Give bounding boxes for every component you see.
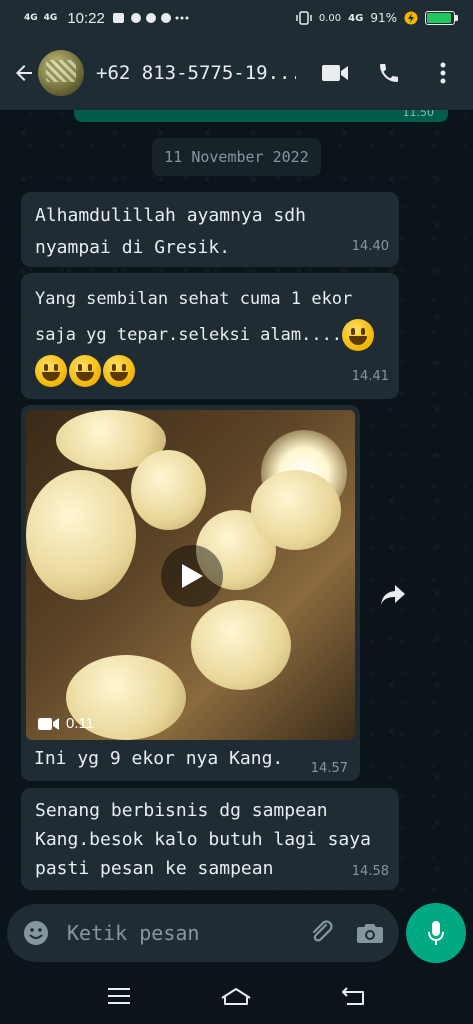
back-arrow-icon bbox=[16, 65, 32, 81]
contact-avatar[interactable] bbox=[38, 50, 84, 96]
incoming-message[interactable]: Senang berbisnis dg sampean Kang.besok k… bbox=[21, 788, 399, 890]
chick bbox=[131, 450, 206, 530]
contact-name[interactable]: +62 813-5775-19... bbox=[96, 62, 296, 84]
video-call-button[interactable] bbox=[315, 53, 355, 93]
back-button[interactable] bbox=[10, 53, 38, 93]
chat-area[interactable]: 11.50 11 November 2022 Alhamdulillah aya… bbox=[0, 110, 473, 898]
forward-icon bbox=[381, 585, 405, 605]
message-time: 11.50 bbox=[402, 110, 435, 119]
message-time: 14.57 bbox=[310, 761, 348, 776]
video-caption: Ini yg 9 ekor nya Kang. bbox=[34, 748, 284, 769]
message-text-line: Senang berbisnis dg sampean bbox=[35, 800, 328, 821]
video-call-icon bbox=[322, 65, 348, 81]
voice-call-button[interactable] bbox=[369, 53, 409, 93]
microphone-icon bbox=[428, 921, 444, 945]
input-bar: Ketik pesan bbox=[0, 898, 473, 968]
menu-icon bbox=[107, 988, 130, 1004]
charging-icon bbox=[404, 11, 418, 25]
message-time: 14.40 bbox=[351, 239, 389, 254]
status-time: 10:22 bbox=[67, 9, 105, 27]
message-text-line: Alhamdulillah ayamnya sdh bbox=[35, 205, 306, 226]
more-options-button[interactable] bbox=[423, 53, 463, 93]
emoji-icon bbox=[24, 921, 48, 945]
attach-button[interactable] bbox=[305, 916, 339, 950]
more-vert-icon bbox=[440, 62, 446, 84]
incoming-message[interactable]: Alhamdulillah ayamnya sdh nyampai di Gre… bbox=[21, 192, 399, 267]
nav-home-button[interactable] bbox=[216, 976, 256, 1016]
previous-outgoing-message[interactable]: 11.50 bbox=[74, 110, 448, 122]
status-bar: 4G 4G 10:22 0.00 4G 91% bbox=[0, 0, 473, 36]
message-composer[interactable]: Ketik pesan bbox=[7, 904, 399, 962]
home-icon bbox=[221, 988, 252, 1005]
forward-button[interactable] bbox=[375, 577, 411, 613]
grinning-face-emoji bbox=[342, 319, 375, 351]
paperclip-icon bbox=[312, 920, 333, 942]
nav-back-button[interactable] bbox=[334, 976, 374, 1016]
incoming-video-message[interactable]: 0.11 Ini yg 9 ekor nya Kang. 14.57 bbox=[21, 405, 360, 781]
voice-message-button[interactable] bbox=[406, 903, 466, 963]
incoming-message[interactable]: Yang sembilan sehat cuma 1 ekor saja yg … bbox=[21, 273, 399, 399]
notification-icons bbox=[112, 13, 189, 23]
battery-icon bbox=[425, 11, 458, 25]
video-duration: 0.11 bbox=[38, 715, 94, 732]
grinning-face-emoji bbox=[69, 355, 101, 387]
video-thumbnail[interactable]: 0.11 bbox=[26, 410, 355, 740]
date-chip: 11 November 2022 bbox=[152, 138, 321, 176]
signal-indicator-1: 4G bbox=[24, 13, 38, 23]
emoji-button[interactable] bbox=[19, 916, 53, 950]
chick bbox=[251, 470, 341, 550]
message-text-line: saja yg tepar.seleksi alam.... bbox=[35, 325, 343, 345]
message-time: 14.58 bbox=[351, 864, 389, 879]
battery-percentage: 91% bbox=[370, 11, 397, 25]
chat-header: +62 813-5775-19... bbox=[0, 36, 473, 110]
phone-icon bbox=[380, 64, 398, 82]
message-time: 14.41 bbox=[351, 369, 389, 384]
battery-level bbox=[427, 13, 451, 23]
message-text-line: Yang sembilan sehat cuma 1 ekor bbox=[35, 289, 353, 309]
signal-indicator-2: 4G bbox=[43, 13, 58, 23]
camera-button[interactable] bbox=[353, 916, 387, 950]
message-text-line: nyampai di Gresik. bbox=[35, 237, 231, 258]
play-icon bbox=[182, 564, 203, 588]
system-nav-bar bbox=[0, 968, 473, 1024]
grinning-face-emoji bbox=[35, 355, 67, 387]
nav-menu-button[interactable] bbox=[99, 976, 139, 1016]
data-rate: 0.00 bbox=[318, 12, 342, 24]
message-text-line: Kang.besok kalo butuh lagi saya bbox=[35, 829, 371, 850]
message-input[interactable]: Ketik pesan bbox=[67, 921, 305, 945]
network-type: 4G bbox=[348, 12, 364, 24]
video-camera-icon bbox=[38, 717, 59, 730]
chick bbox=[191, 600, 291, 690]
chick bbox=[26, 470, 136, 600]
message-text-line: pasti pesan ke sampean bbox=[35, 858, 274, 879]
vibrate-icon bbox=[296, 11, 312, 25]
grinning-face-emoji bbox=[103, 355, 135, 387]
duration-text: 0.11 bbox=[66, 715, 95, 732]
return-icon bbox=[342, 987, 365, 1005]
play-button[interactable] bbox=[161, 545, 223, 607]
camera-icon bbox=[357, 924, 383, 943]
